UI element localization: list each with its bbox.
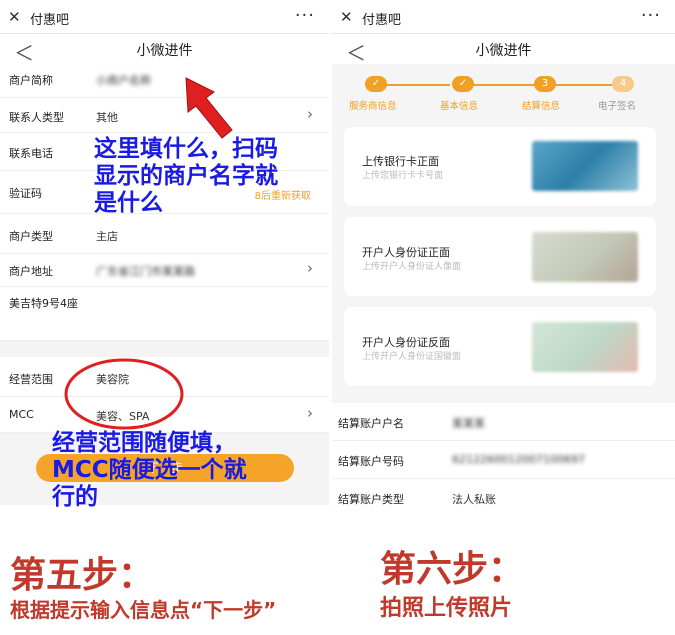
field-label: 联系电话: [9, 147, 53, 160]
merchant-type-value: 主店: [96, 230, 118, 243]
step-five-title: 第五步：: [10, 555, 155, 596]
field-label: 验证码: [9, 187, 42, 200]
settlement-account-name-row[interactable]: 结算账户户名 某某某: [332, 403, 675, 441]
upload-card-id-front[interactable]: 开户人身份证正面 上传开户人身份证人像面: [344, 217, 656, 296]
upload-card-subtitle: 上传开户人身份证国徽面: [362, 352, 462, 362]
chevron-right-icon: ›: [307, 105, 313, 123]
field-label: 经营范围: [9, 373, 53, 386]
more-icon[interactable]: ···: [641, 5, 661, 26]
id-front-image: [532, 232, 638, 282]
step-connector: [472, 84, 536, 86]
close-icon[interactable]: ✕: [340, 8, 353, 26]
step-check-icon: ✓: [452, 76, 474, 92]
app-title: 付惠吧: [362, 13, 402, 28]
annotation-business-scope: 经营范围随便填， MCC随便选一个就 行的: [52, 430, 247, 510]
chevron-right-icon: ›: [307, 404, 313, 422]
settlement-account-number-row[interactable]: 结算账户号码 6212260012007100697: [332, 441, 675, 479]
address-detail-text: 美吉特9号4座: [9, 297, 78, 310]
upload-card-title: 上传银行卡正面: [362, 155, 439, 168]
close-icon[interactable]: ✕: [8, 8, 21, 26]
upload-card-subtitle: 上传您银行卡卡号面: [362, 171, 444, 181]
field-label: 结算账户号码: [338, 455, 404, 468]
id-back-image: [532, 322, 638, 372]
upload-card-bank-card[interactable]: 上传银行卡正面 上传您银行卡卡号面: [344, 127, 656, 206]
chevron-right-icon: ›: [307, 259, 313, 277]
app-title-bar: ✕ 付惠吧 ···: [0, 0, 329, 34]
step-number: 3: [534, 76, 556, 92]
settlement-account-type-row[interactable]: 结算账户类型 法人私账: [332, 479, 675, 505]
app-title: 付惠吧: [30, 13, 70, 28]
step-connector: [556, 84, 612, 86]
step-six-description: 拍照上传照片: [380, 596, 513, 621]
field-label: 商户地址: [9, 265, 53, 278]
upload-card-title: 开户人身份证正面: [362, 246, 450, 259]
address-value: 广东省江门市某某路: [96, 265, 195, 278]
account-name-value: 某某某: [452, 417, 485, 430]
field-label: MCC: [9, 408, 34, 421]
field-label: 商户简称: [9, 74, 53, 87]
page-title: 小微进件: [136, 43, 193, 59]
field-label: 联系人类型: [9, 111, 64, 124]
field-label: 结算账户类型: [338, 493, 404, 505]
account-type-value: 法人私账: [452, 493, 496, 505]
upload-card-id-back[interactable]: 开户人身份证反面 上传开户人身份证国徽面: [344, 307, 656, 386]
form-row-merchant-type[interactable]: 商户类型 主店: [0, 214, 329, 254]
page-title: 小微进件: [475, 43, 532, 59]
contact-type-value: 其他: [96, 111, 118, 124]
step-label: 服务商信息: [349, 101, 397, 112]
step-five-description: 根据提示输入信息点“下一步”: [10, 598, 277, 622]
form-row-address[interactable]: 商户地址 广东省江门市某某路 ›: [0, 254, 329, 287]
right-screenshot-panel: ✕ 付惠吧 ··· ＜ 小微进件 ✓ ✓ 3 4 服务商信息 基本信息 结算信息…: [332, 0, 675, 505]
form-row-merchant-name[interactable]: 商户简称 小商户名称: [0, 64, 329, 98]
red-arrow-annotation: [185, 77, 233, 139]
step-six-title: 第六步：: [380, 549, 525, 590]
step-number: 4: [612, 76, 634, 92]
step-check-icon: ✓: [365, 76, 387, 92]
field-label: 结算账户户名: [338, 417, 404, 430]
step-label: 结算信息: [522, 101, 561, 112]
upload-card-title: 开户人身份证反面: [362, 336, 450, 349]
form-row-address-detail[interactable]: 美吉特9号4座: [0, 287, 329, 341]
nav-bar: ＜ 小微进件: [0, 34, 329, 65]
account-number-value: 6212260012007100697: [452, 453, 585, 466]
step-label: 电子签名: [598, 101, 637, 112]
app-title-bar: ✕ 付惠吧 ···: [332, 0, 675, 34]
field-label: 商户类型: [9, 230, 53, 243]
progress-steps: ✓ ✓ 3 4 服务商信息 基本信息 结算信息 电子签名: [332, 76, 675, 116]
annotation-merchant-name: 这里填什么，扫码 显示的商户名字就 是什么: [94, 136, 278, 216]
step-label: 基本信息: [440, 101, 479, 112]
step-connector: [376, 84, 450, 86]
red-ellipse-annotation: [64, 358, 184, 430]
merchant-name-input[interactable]: 小商户名称: [96, 72, 151, 88]
more-icon[interactable]: ···: [295, 5, 315, 26]
upload-card-subtitle: 上传开户人身份证人像面: [362, 262, 462, 272]
form-row-contact-type[interactable]: 联系人类型 其他 ›: [0, 98, 329, 133]
bank-card-image: [532, 141, 638, 191]
nav-bar: ＜ 小微进件: [332, 34, 675, 65]
